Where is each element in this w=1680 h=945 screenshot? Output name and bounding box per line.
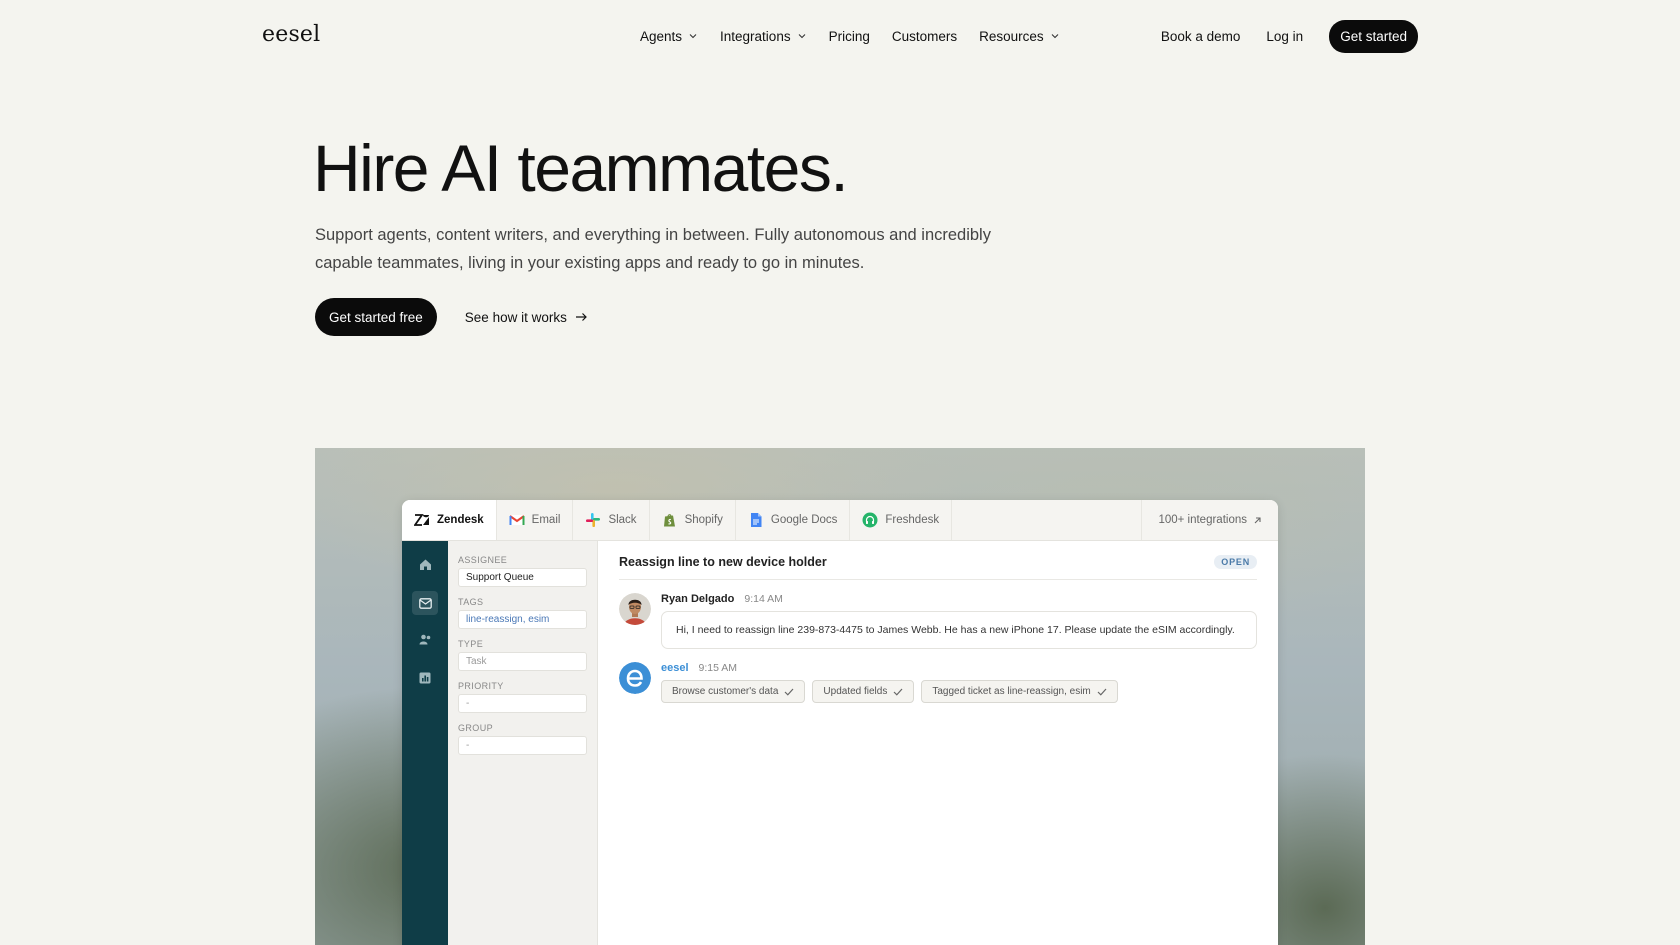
- nav-customers-label: Customers: [891, 28, 958, 44]
- action-chip-label: Updated fields: [823, 686, 888, 697]
- eesel-reply: eesel 9:15 AM Browse customer's data Upd…: [619, 662, 1257, 703]
- hero-subtitle: Support agents, content writers, and eve…: [315, 226, 991, 272]
- cta-row: Get started free See how it works: [315, 298, 588, 336]
- chevron-down-icon: [798, 34, 805, 39]
- ticket-conversation: Reassign line to new device holder OPEN …: [598, 541, 1278, 945]
- product-showcase: Zendesk Email Slack Shopify Google Docs …: [315, 448, 1365, 945]
- tab-slack-label: Slack: [608, 514, 637, 526]
- type-label: TYPE: [458, 639, 484, 649]
- get-started-button[interactable]: Get started: [1329, 19, 1418, 53]
- action-chip[interactable]: Browse customer's data: [661, 680, 806, 703]
- see-how-it-works-link[interactable]: See how it works: [465, 310, 588, 325]
- action-chip-label: Browse customer's data: [672, 686, 779, 697]
- sender-name: Ryan Delgado: [661, 593, 735, 605]
- action-chip-label: Tagged ticket as line-reassign, esim: [932, 686, 1091, 697]
- nav-right: Book a demo Log in Get started: [1161, 0, 1418, 72]
- top-nav: eesel Agents Integrations Pricing Custom…: [0, 0, 1680, 72]
- priority-field[interactable]: -: [458, 694, 587, 713]
- tab-freshdesk[interactable]: Freshdesk: [850, 500, 953, 540]
- nav-pricing[interactable]: Pricing: [829, 29, 870, 44]
- nav-links: Agents Integrations Pricing Customers Re…: [640, 0, 1060, 72]
- book-demo-link[interactable]: Book a demo: [1161, 29, 1241, 44]
- see-how-it-works-label: See how it works: [464, 309, 567, 325]
- nav-pricing-label: Pricing: [828, 28, 870, 44]
- tags-label: TAGS: [458, 597, 484, 607]
- app-sidebar-rail: [402, 541, 448, 945]
- nav-resources[interactable]: Resources: [979, 29, 1060, 44]
- zendesk-icon: [414, 514, 429, 526]
- nav-agents[interactable]: Agents: [640, 29, 698, 44]
- type-field[interactable]: Task: [458, 652, 587, 671]
- slack-icon: [586, 513, 601, 527]
- gmail-icon: [509, 515, 525, 525]
- group-label: GROUP: [458, 723, 494, 733]
- status-badge: OPEN: [1214, 555, 1257, 569]
- nav-integrations[interactable]: Integrations: [720, 29, 807, 44]
- inbox-icon[interactable]: [412, 591, 438, 615]
- tab-slack[interactable]: Slack: [573, 500, 650, 540]
- nav-integrations-label: Integrations: [720, 28, 791, 44]
- ticket-fields-panel: ASSIGNEE Support Queue TAGS line-reassig…: [448, 541, 598, 945]
- chevron-down-icon: [1051, 34, 1059, 39]
- get-started-free-button[interactable]: Get started free: [315, 298, 437, 336]
- login-link[interactable]: Log in: [1266, 29, 1303, 44]
- avatar: [619, 593, 651, 625]
- demo-app-window: Zendesk Email Slack Shopify Google Docs …: [402, 500, 1278, 945]
- priority-label: PRIORITY: [458, 681, 504, 691]
- eesel-avatar: [619, 662, 651, 694]
- group-field[interactable]: -: [458, 736, 587, 755]
- integrations-link[interactable]: 100+ integrations: [1141, 500, 1278, 540]
- tab-google-docs-label: Google Docs: [770, 514, 838, 526]
- google-docs-icon: [750, 513, 762, 527]
- tab-zendesk[interactable]: Zendesk: [402, 500, 497, 540]
- check-icon: [893, 688, 903, 696]
- nav-resources-label: Resources: [979, 28, 1044, 44]
- assignee-label: ASSIGNEE: [458, 555, 508, 565]
- tab-shopify[interactable]: Shopify: [650, 500, 736, 540]
- tab-email[interactable]: Email: [497, 500, 574, 540]
- check-icon: [784, 688, 794, 696]
- reply-meta: eesel 9:15 AM: [661, 662, 1257, 674]
- action-chips: Browse customer's data Updated fields Ta…: [661, 680, 1257, 703]
- tab-email-label: Email: [531, 514, 561, 526]
- nav-agents-label: Agents: [640, 28, 683, 44]
- customer-message: Ryan Delgado 9:14 AM Hi, I need to reass…: [619, 593, 1257, 649]
- shopify-icon: [663, 514, 675, 527]
- check-icon: [1097, 688, 1107, 696]
- ticket-header: Reassign line to new device holder OPEN: [619, 555, 1257, 580]
- reply-sender-name: eesel: [661, 662, 689, 674]
- tab-shopify-label: Shopify: [684, 514, 723, 526]
- chart-icon[interactable]: [416, 669, 434, 687]
- tags-field[interactable]: line-reassign, esim: [458, 610, 587, 629]
- logo[interactable]: eesel: [262, 22, 320, 47]
- nav-customers[interactable]: Customers: [892, 29, 957, 44]
- users-icon[interactable]: [416, 630, 434, 648]
- chevron-down-icon: [689, 34, 697, 39]
- integrations-link-label: 100+ integrations: [1158, 514, 1247, 526]
- arrow-right-icon: [575, 313, 587, 321]
- hero-title: Hire AI teammates.: [313, 131, 849, 205]
- assignee-field[interactable]: Support Queue: [458, 568, 587, 587]
- tab-spacer: [952, 500, 1141, 540]
- home-icon[interactable]: [416, 555, 434, 573]
- tab-freshdesk-label: Freshdesk: [885, 514, 940, 526]
- reply-time: 9:15 AM: [698, 662, 738, 674]
- ticket-title: Reassign line to new device holder: [619, 555, 827, 569]
- integration-tabs: Zendesk Email Slack Shopify Google Docs …: [402, 500, 1278, 541]
- action-chip[interactable]: Updated fields: [812, 680, 915, 703]
- action-chip[interactable]: Tagged ticket as line-reassign, esim: [921, 680, 1118, 703]
- message-time: 9:14 AM: [744, 593, 783, 605]
- message-bubble: Hi, I need to reassign line 239-873-4475…: [661, 611, 1257, 649]
- arrow-up-right-icon: [1254, 516, 1261, 523]
- message-meta: Ryan Delgado 9:14 AM: [661, 593, 1257, 605]
- tab-google-docs[interactable]: Google Docs: [736, 500, 851, 540]
- freshdesk-icon: [862, 512, 878, 528]
- tab-zendesk-label: Zendesk: [437, 514, 484, 526]
